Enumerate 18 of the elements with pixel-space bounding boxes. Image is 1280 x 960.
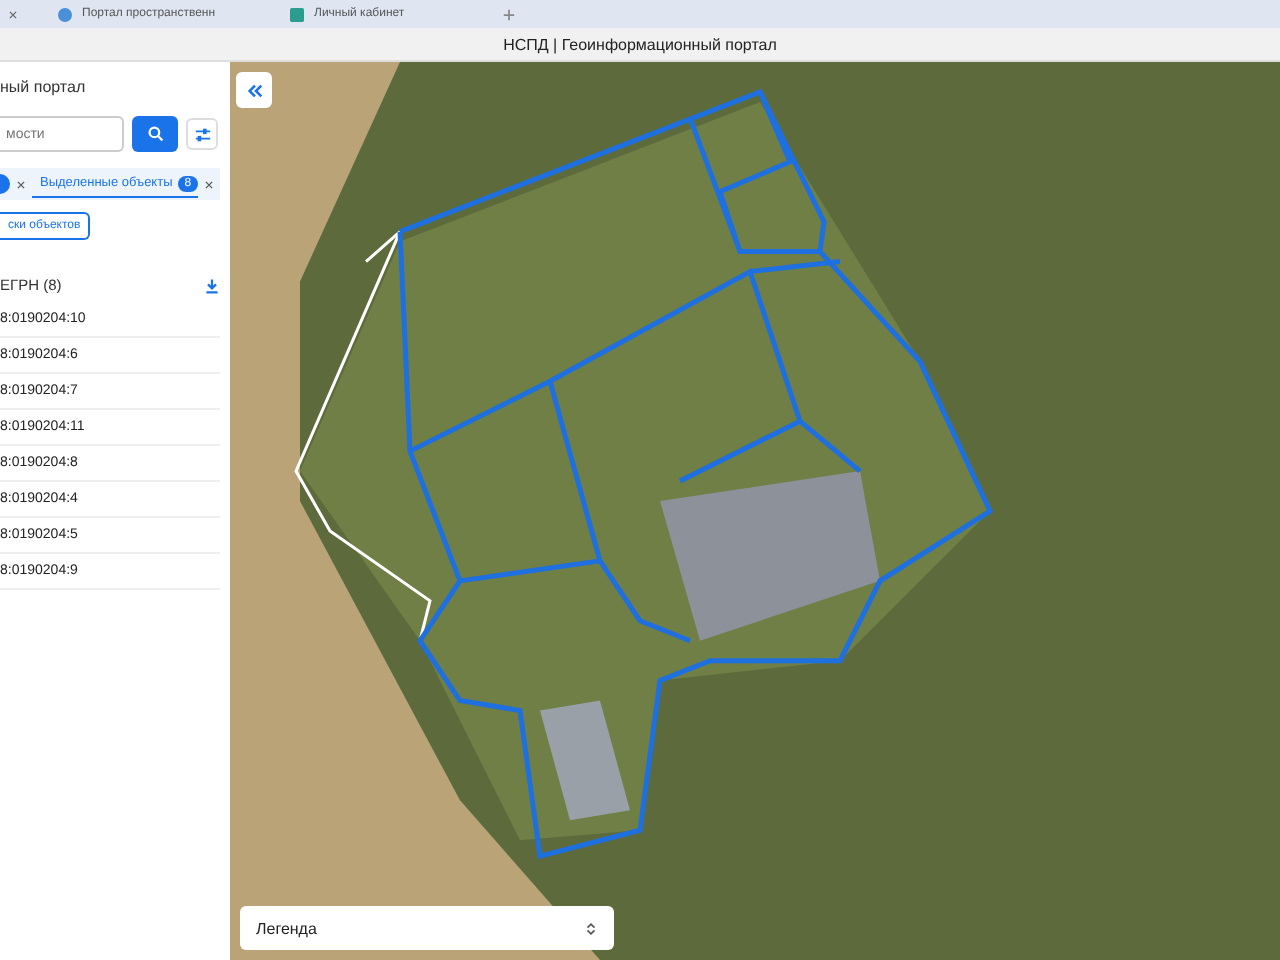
close-icon[interactable] xyxy=(203,179,214,189)
download-icon[interactable] xyxy=(204,277,220,293)
sidebar-title: ный портал xyxy=(0,78,88,96)
search-button[interactable] xyxy=(132,116,178,152)
filter-button[interactable] xyxy=(186,118,218,150)
chevron-up-down-icon xyxy=(584,921,598,935)
search-icon xyxy=(147,126,163,142)
new-tab-icon[interactable] xyxy=(502,7,516,21)
close-icon[interactable] xyxy=(16,179,26,189)
count-badge xyxy=(0,174,10,194)
square-icon xyxy=(290,7,304,21)
sliders-icon xyxy=(193,125,211,143)
double-chevron-left-icon xyxy=(245,81,263,99)
globe-icon xyxy=(58,7,72,21)
close-icon[interactable] xyxy=(8,9,18,19)
collapse-button[interactable] xyxy=(236,72,272,108)
page-title: НСПД | Геоинформационный портал xyxy=(503,35,777,53)
legend-select[interactable]: Легенда xyxy=(240,906,614,950)
